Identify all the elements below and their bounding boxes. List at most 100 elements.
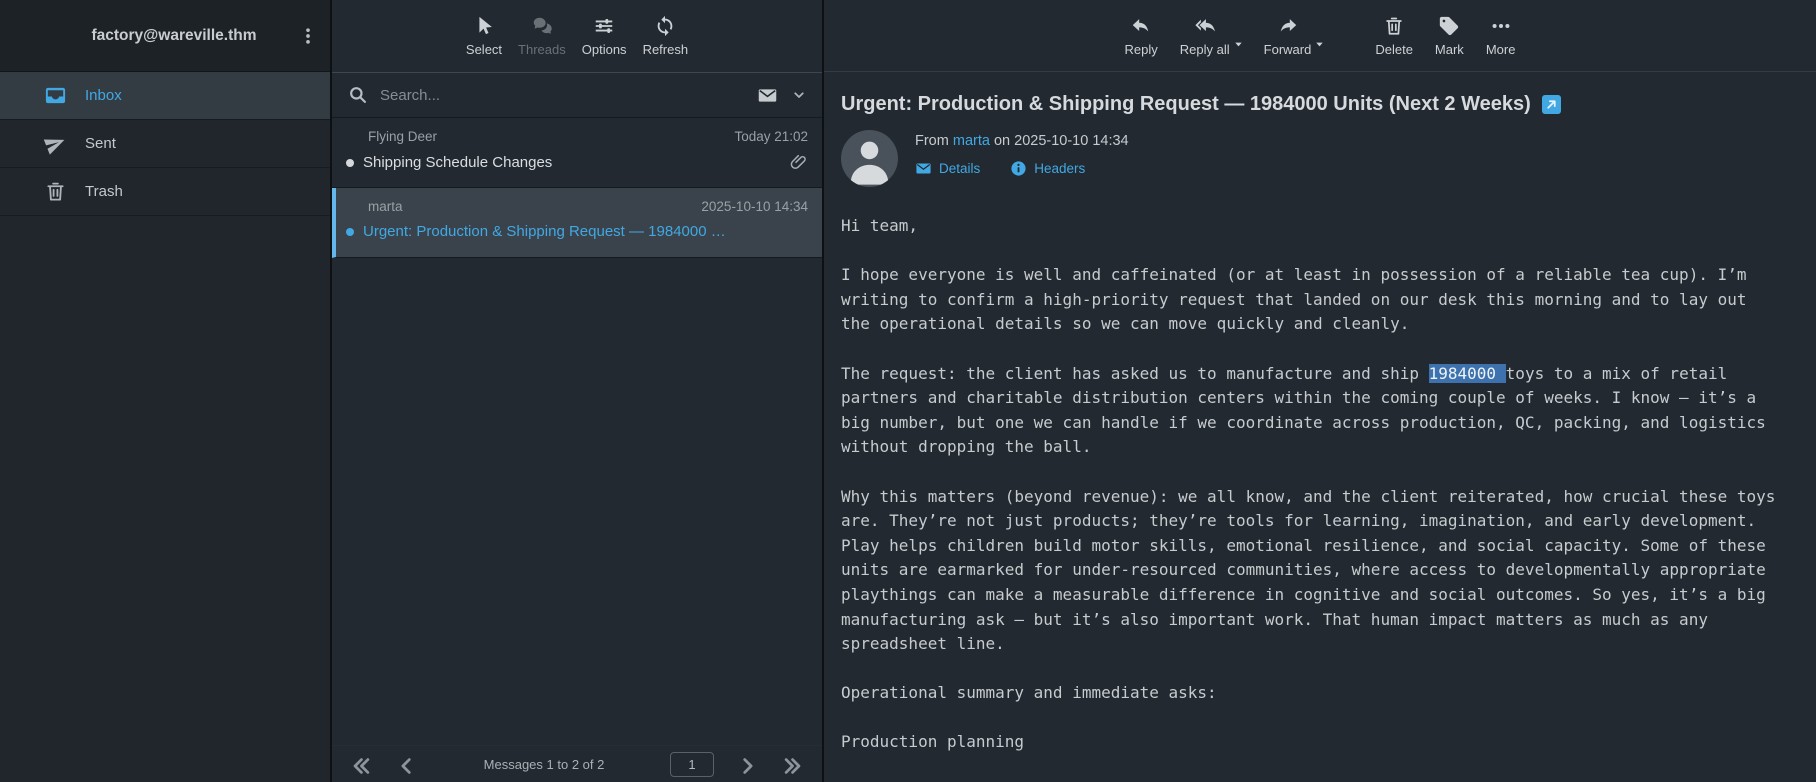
- envelope-icon: [915, 160, 932, 177]
- next-page-icon[interactable]: [736, 755, 758, 773]
- sidebar-item-label: Inbox: [85, 87, 122, 104]
- forward-caret-icon[interactable]: [1314, 39, 1325, 50]
- body-line: writing to confirm a high-priority reque…: [841, 288, 1790, 313]
- mail-scope-icon[interactable]: [757, 85, 778, 106]
- more-dots-icon: [1490, 15, 1512, 37]
- forward-button[interactable]: Forward: [1264, 15, 1312, 57]
- body-line: Operational summary and immediate asks:: [841, 681, 1790, 706]
- reading-pane: Reply Reply all Forward: [824, 0, 1816, 782]
- reply-icon: [1130, 15, 1152, 37]
- open-in-new-window-icon[interactable]: [1542, 95, 1561, 114]
- sidebar-item-inbox[interactable]: Inbox: [0, 72, 330, 120]
- select-button[interactable]: Select: [466, 15, 502, 57]
- headers-label: Headers: [1034, 161, 1085, 176]
- message-subject: Shipping Schedule Changes: [363, 154, 780, 171]
- body-line: [841, 460, 1790, 485]
- message-row-selected[interactable]: marta 2025-10-10 14:34 Urgent: Productio…: [332, 188, 822, 258]
- reply-all-label: Reply all: [1180, 42, 1230, 57]
- body-line: units are earmarked for under-resourced …: [841, 558, 1790, 583]
- reply-button[interactable]: Reply: [1125, 15, 1158, 57]
- body-line: Production planning: [841, 730, 1790, 755]
- options-button[interactable]: Options: [582, 15, 627, 57]
- details-link[interactable]: Details: [915, 160, 980, 177]
- sidebar-item-label: Sent: [85, 135, 116, 152]
- body-line: The request: the client has asked us to …: [841, 362, 1790, 387]
- first-page-icon[interactable]: [350, 755, 372, 773]
- avatar: [841, 130, 898, 187]
- body-line: big number, but one we can handle if we …: [841, 411, 1790, 436]
- sidebar-item-sent[interactable]: Sent: [0, 120, 330, 168]
- body-line: [841, 337, 1790, 362]
- forward-icon: [1277, 15, 1299, 37]
- more-label: More: [1486, 42, 1516, 57]
- body-line: are. They’re not just products; they’re …: [841, 509, 1790, 534]
- kebab-menu-icon[interactable]: [294, 18, 322, 54]
- paperclip-icon: [789, 153, 808, 172]
- body-line: the operational details so we can move q…: [841, 312, 1790, 337]
- message-sender: Flying Deer: [368, 129, 734, 144]
- sender-link[interactable]: marta: [953, 133, 990, 149]
- unread-dot: [346, 228, 354, 236]
- options-label: Options: [582, 42, 627, 57]
- more-button[interactable]: More: [1486, 15, 1516, 57]
- message-sender: marta: [368, 199, 701, 214]
- message-row[interactable]: Flying Deer Today 21:02 Shipping Schedul…: [332, 118, 822, 188]
- delete-button[interactable]: Delete: [1375, 15, 1413, 57]
- mailbox-pane: Select Threads Options Refresh: [332, 0, 824, 782]
- body-line: [841, 239, 1790, 264]
- trash-icon: [44, 180, 67, 203]
- from-line: From marta on 2025-10-10 14:34: [915, 133, 1129, 149]
- reply-label: Reply: [1125, 42, 1158, 57]
- body-line: [841, 706, 1790, 731]
- body-line: without dropping the ball.: [841, 435, 1790, 460]
- refresh-icon: [654, 15, 676, 37]
- selection-highlight: 1984000: [1429, 364, 1506, 383]
- reply-all-caret-icon[interactable]: [1233, 39, 1244, 50]
- sidebar: factory@wareville.thm Inbox Sent Trash: [0, 0, 332, 782]
- last-page-icon[interactable]: [782, 755, 804, 773]
- search-icon: [348, 85, 368, 105]
- body-line: Play helps children build motor skills, …: [841, 534, 1790, 559]
- page-number-input[interactable]: [670, 752, 714, 777]
- message-subject: Urgent: Production & Shipping Request — …: [363, 223, 808, 240]
- webmail-app: factory@wareville.thm Inbox Sent Trash: [0, 0, 1816, 782]
- unread-dot: [346, 159, 354, 167]
- reply-all-button[interactable]: Reply all: [1180, 15, 1230, 57]
- threads-button[interactable]: Threads: [518, 15, 566, 57]
- body-line: playthings can make a measurable differe…: [841, 583, 1790, 608]
- tag-icon: [1438, 15, 1460, 37]
- forward-label: Forward: [1264, 42, 1312, 57]
- cursor-icon: [473, 15, 495, 37]
- body-line: partners and charitable distribution cen…: [841, 386, 1790, 411]
- account-name: factory@wareville.thm: [0, 27, 330, 45]
- body-line: spreadsheet line.: [841, 632, 1790, 657]
- inbox-icon: [44, 84, 67, 107]
- trash-icon: [1383, 15, 1405, 37]
- refresh-label: Refresh: [643, 42, 689, 57]
- mark-button[interactable]: Mark: [1435, 15, 1464, 57]
- from-prefix: From: [915, 133, 949, 149]
- sliders-icon: [593, 15, 615, 37]
- refresh-button[interactable]: Refresh: [643, 15, 689, 57]
- pagination-bar: Messages 1 to 2 of 2: [332, 745, 822, 782]
- message-list: Flying Deer Today 21:02 Shipping Schedul…: [332, 118, 822, 258]
- reply-all-icon: [1194, 15, 1216, 37]
- delete-label: Delete: [1375, 42, 1413, 57]
- select-label: Select: [466, 42, 502, 57]
- paper-plane-icon: [41, 129, 71, 159]
- headers-link[interactable]: Headers: [1010, 160, 1085, 177]
- search-input[interactable]: [380, 87, 745, 104]
- chevron-down-icon[interactable]: [792, 88, 806, 102]
- sent-date: on 2025-10-10 14:34: [994, 133, 1129, 149]
- mailbox-toolbar: Select Threads Options Refresh: [332, 0, 822, 72]
- previous-page-icon[interactable]: [396, 755, 418, 773]
- body-line: manufacturing ask — but it’s also import…: [841, 608, 1790, 633]
- sidebar-item-trash[interactable]: Trash: [0, 168, 330, 216]
- mark-label: Mark: [1435, 42, 1464, 57]
- message-title: Urgent: Production & Shipping Request — …: [841, 93, 1531, 116]
- info-icon: [1010, 160, 1027, 177]
- body-line: Hi team,: [841, 214, 1790, 239]
- mail-body: Hi team, I hope everyone is well and caf…: [841, 214, 1790, 755]
- sidebar-header: factory@wareville.thm: [0, 0, 330, 72]
- sidebar-item-label: Trash: [85, 183, 123, 200]
